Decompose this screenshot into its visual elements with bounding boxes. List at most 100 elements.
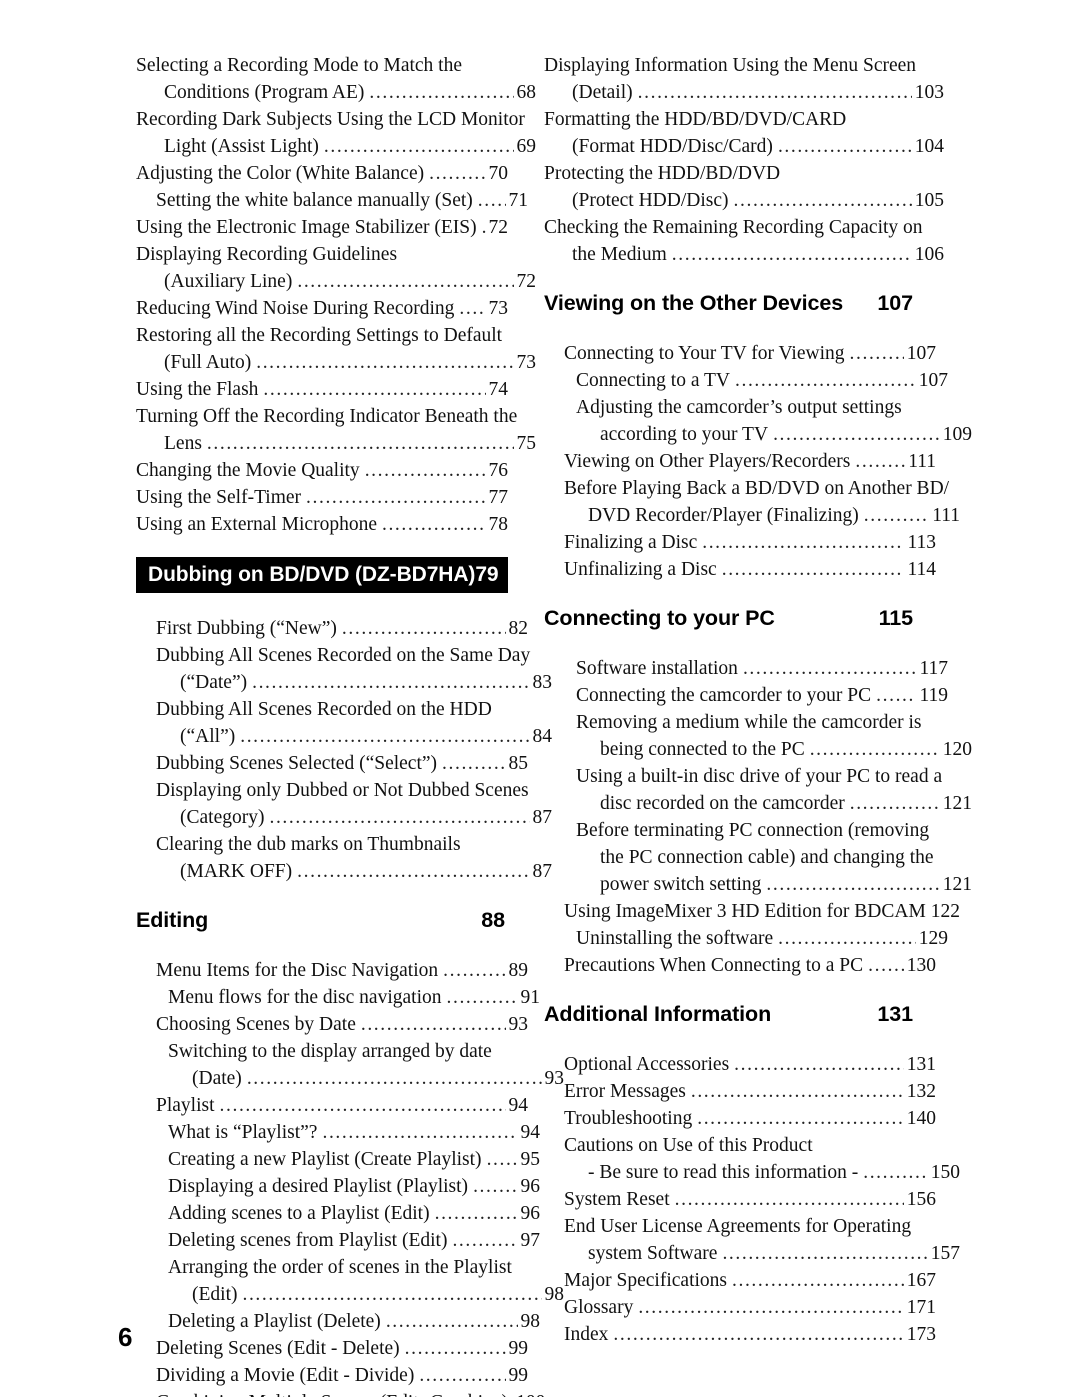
toc-dot-leader: ........................................… — [773, 424, 940, 445]
toc-entry[interactable]: Menu flows for the disc navigation......… — [136, 984, 540, 1011]
toc-entry[interactable]: Glossary................................… — [544, 1294, 936, 1321]
toc-entry[interactable]: Dubbing Scenes Selected (“Select”)......… — [136, 750, 528, 777]
toc-entry[interactable]: Index...................................… — [544, 1321, 936, 1348]
toc-entry-title: Displaying Recording Guidelines — [136, 244, 398, 265]
toc-entry-page-number: 74 — [488, 379, 509, 400]
toc-entry[interactable]: End User License Agreements for Operatin… — [544, 1213, 960, 1267]
toc-dot-leader: ........................................… — [242, 1284, 541, 1305]
toc-entry[interactable]: Troubleshooting.........................… — [544, 1105, 936, 1132]
toc-entry[interactable]: Protecting the HDD/BD/DVD (Protect HDD/Di… — [544, 160, 944, 214]
toc-entry[interactable]: Adjusting the camcorder’s output setting… — [544, 394, 972, 448]
toc-entry[interactable]: Dubbing All Scenes Recorded on the Same … — [136, 642, 552, 696]
toc-entry[interactable]: Cautions on Use of this Product - Be sure… — [544, 1132, 960, 1186]
toc-entry[interactable]: Connecting to Your TV for Viewing.......… — [544, 340, 936, 367]
toc-section-header[interactable]: Editing 88 — [136, 908, 508, 933]
toc-entry-page-number: 156 — [906, 1189, 936, 1210]
toc-entry-line: according to your TV....................… — [544, 421, 972, 448]
toc-entry[interactable]: What is “Playlist”?.....................… — [136, 1119, 540, 1146]
toc-entry-title: Switching to the display arranged by dat… — [168, 1041, 492, 1062]
toc-entry[interactable]: Using the Self-Timer....................… — [136, 484, 508, 511]
toc-entry[interactable]: First Dubbing (“New”)...................… — [136, 615, 528, 642]
toc-entry[interactable]: Restoring all the Recording Settings to … — [136, 322, 536, 376]
toc-entry[interactable]: Choosing Scenes by Date.................… — [136, 1011, 528, 1038]
toc-entry-line: being connected to the PC...............… — [544, 736, 972, 763]
toc-entry-title: Choosing Scenes by Date — [156, 1014, 356, 1035]
toc-entry[interactable]: Displaying only Dubbed or Not Dubbed Sce… — [136, 777, 552, 831]
toc-entry[interactable]: Playlist................................… — [136, 1092, 528, 1119]
toc-entry[interactable]: Using the Electronic Image Stabilizer (E… — [136, 214, 508, 241]
toc-entry[interactable]: Setting the white balance manually (Set)… — [136, 187, 528, 214]
toc-entry[interactable]: Using an External Microphone............… — [136, 511, 508, 538]
toc-entry-title: Using the Flash — [136, 379, 259, 400]
toc-section-header[interactable]: Additional Information 131 — [544, 1002, 916, 1027]
toc-entry[interactable]: Using a built-in disc drive of your PC t… — [544, 763, 972, 817]
toc-entry[interactable]: Reducing Wind Noise During Recording....… — [136, 295, 508, 322]
toc-entry[interactable]: Removing a medium while the camcorder is… — [544, 709, 972, 763]
toc-entry[interactable]: Switching to the display arranged by dat… — [136, 1038, 564, 1092]
toc-entry-title: Adjusting the camcorder’s output setting… — [576, 397, 902, 418]
toc-entry-title: Adjusting the Color (White Balance) — [136, 163, 425, 184]
toc-entry[interactable]: Connecting to a TV......................… — [544, 367, 948, 394]
toc-entry[interactable]: Dubbing All Scenes Recorded on the HDD (“… — [136, 696, 552, 750]
toc-entry-line: Choosing Scenes by Date.................… — [136, 1011, 528, 1038]
toc-entry-title: Index — [564, 1324, 609, 1345]
toc-dot-leader: ........................................… — [876, 685, 916, 706]
toc-entry[interactable]: Using ImageMixer 3 HD Edition for BDCAM … — [544, 898, 960, 925]
toc-entry[interactable]: Error Messages..........................… — [544, 1078, 936, 1105]
toc-entry[interactable]: Uninstalling the software...............… — [544, 925, 948, 952]
toc-section-header[interactable]: Viewing on the Other Devices 107 — [544, 291, 916, 316]
toc-entry-page-number: 91 — [520, 987, 541, 1008]
toc-dot-leader: ........................................… — [721, 559, 905, 580]
toc-entry[interactable]: Deleting a Playlist (Delete)............… — [136, 1308, 540, 1335]
toc-entry[interactable]: Connecting the camcorder to your PC.....… — [544, 682, 948, 709]
toc-section-header[interactable]: Dubbing on BD/DVD (DZ-BD7HA) 79 — [136, 557, 508, 593]
toc-section-header[interactable]: Connecting to your PC 115 — [544, 606, 916, 631]
toc-entry[interactable]: Displaying Information Using the Menu Sc… — [544, 52, 944, 106]
toc-entry[interactable]: Finalizing a Disc.......................… — [544, 529, 936, 556]
toc-entry[interactable]: Combining Multiple Scenes (Edit -Combine… — [136, 1389, 545, 1397]
toc-entry[interactable]: Arranging the order of scenes in the Pla… — [136, 1254, 564, 1308]
toc-entry-line: Unfinalizing a Disc.....................… — [544, 556, 936, 583]
toc-entry[interactable]: Adjusting the Color (White Balance).....… — [136, 160, 508, 187]
toc-entry[interactable]: Precautions When Connecting to a PC.....… — [544, 952, 936, 979]
toc-entry[interactable]: Changing the Movie Quality..............… — [136, 457, 508, 484]
toc-entry-page-number: 95 — [520, 1149, 541, 1170]
toc-entry-page-number: 100 — [516, 1389, 545, 1397]
toc-entry[interactable]: Viewing on Other Players/Recorders......… — [544, 448, 936, 475]
toc-entry-line: Creating a new Playlist (Create Playlist… — [136, 1146, 540, 1173]
toc-dot-leader: ........................................… — [697, 1108, 904, 1129]
toc-entry-line: Connecting to Your TV for Viewing.......… — [544, 340, 936, 367]
toc-entry-page-number: 106 — [914, 244, 944, 265]
toc-section-page-number: 79 — [475, 563, 499, 586]
toc-entry[interactable]: Deleting scenes from Playlist (Edit)....… — [136, 1227, 540, 1254]
toc-entry-title: Before terminating PC connection (removi… — [576, 820, 930, 841]
toc-entry[interactable]: Turning Off the Recording Indicator Bene… — [136, 403, 536, 457]
toc-entry-page-number: 111 — [932, 505, 960, 526]
toc-dot-leader: ........................................… — [381, 514, 486, 535]
toc-entry[interactable]: Dividing a Movie (Edit - Divide)........… — [136, 1362, 528, 1389]
toc-entry[interactable]: Selecting a Recording Mode to Match the C… — [136, 52, 536, 106]
toc-entry[interactable]: Recording Dark Subjects Using the LCD Mo… — [136, 106, 536, 160]
toc-entry[interactable]: Displaying Recording Guidelines (Auxiliar… — [136, 241, 536, 295]
toc-entry[interactable]: Before Playing Back a BD/DVD on Another … — [544, 475, 960, 529]
toc-entry-line: Adding scenes to a Playlist (Edit)......… — [136, 1200, 540, 1227]
toc-entry[interactable]: Menu Items for the Disc Navigation......… — [136, 957, 528, 984]
toc-entry[interactable]: Software installation...................… — [544, 655, 948, 682]
toc-entry[interactable]: Using the Flash.........................… — [136, 376, 508, 403]
toc-entry[interactable]: Formatting the HDD/BD/DVD/CARD (Format HD… — [544, 106, 944, 160]
toc-entry[interactable]: Optional Accessories....................… — [544, 1051, 936, 1078]
toc-entry-title: Deleting scenes from Playlist (Edit) — [168, 1230, 448, 1251]
toc-entry[interactable]: Deleting Scenes (Edit - Delete).........… — [136, 1335, 528, 1362]
toc-entry[interactable]: Checking the Remaining Recording Capacit… — [544, 214, 944, 268]
toc-entry-title: Formatting the HDD/BD/DVD/CARD — [544, 109, 847, 130]
toc-entry[interactable]: System Reset............................… — [544, 1186, 936, 1213]
toc-entry[interactable]: Before terminating PC connection (removi… — [544, 817, 972, 898]
toc-entry[interactable]: Displaying a desired Playlist (Playlist)… — [136, 1173, 540, 1200]
toc-entry[interactable]: Creating a new Playlist (Create Playlist… — [136, 1146, 540, 1173]
toc-entry[interactable]: Major Specifications....................… — [544, 1267, 936, 1294]
toc-entry[interactable]: Clearing the dub marks on Thumbnails (MAR… — [136, 831, 552, 885]
toc-entry[interactable]: Unfinalizing a Disc.....................… — [544, 556, 936, 583]
toc-entry-title: Removing a medium while the camcorder is — [576, 712, 922, 733]
toc-entry[interactable]: Adding scenes to a Playlist (Edit)......… — [136, 1200, 540, 1227]
toc-entry-line: (Detail)................................… — [544, 79, 944, 106]
